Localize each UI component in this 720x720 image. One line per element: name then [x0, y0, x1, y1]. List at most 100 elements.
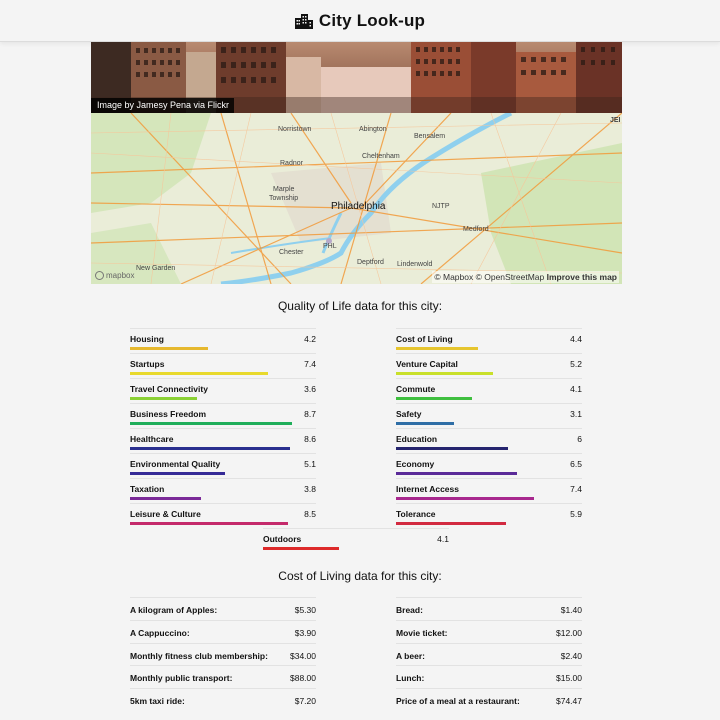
- city-buildings-icon: [294, 13, 313, 29]
- quality-score-bar: [263, 547, 340, 550]
- quality-row-score: 4.4: [570, 334, 582, 344]
- quality-row-score: 4.2: [304, 334, 316, 344]
- quality-row-label: Cost of Living: [396, 334, 453, 344]
- map-label-philadelphia: Philadelphia: [331, 201, 386, 212]
- quality-score-bar: [130, 422, 292, 425]
- quality-score-bar: [130, 372, 268, 375]
- cost-row-label: 5km taxi ride:: [130, 696, 185, 706]
- quality-score-bar: [396, 372, 493, 375]
- quality-row-score: 5.2: [570, 359, 582, 369]
- quality-row: Taxation 3.8: [130, 478, 316, 503]
- quality-score-bar: [130, 472, 225, 475]
- cost-row-label: Price of a meal at a restaurant:: [396, 696, 520, 706]
- quality-row: Cost of Living 4.4: [396, 328, 582, 353]
- quality-row-label: Healthcare: [130, 434, 174, 444]
- quality-score-bar: [130, 522, 289, 525]
- map-label-deptford: Deptford: [357, 259, 384, 266]
- quality-row-label: Taxation: [130, 484, 165, 494]
- cost-row-price: $2.40: [560, 650, 582, 661]
- quality-row: Startups 7.4: [130, 353, 316, 378]
- quality-score-track: [130, 347, 316, 350]
- quality-row-label: Travel Connectivity: [130, 384, 208, 394]
- quality-row-label: Safety: [396, 409, 422, 419]
- quality-score-track: [263, 547, 449, 550]
- quality-row-score: 6: [577, 434, 582, 444]
- city-photo: Image by Jamesy Pena via Flickr: [91, 42, 622, 113]
- map-attribution: © Mapbox © OpenStreetMap Improve this ma…: [432, 271, 619, 283]
- quality-row-score: 4.1: [437, 534, 449, 544]
- quality-score-bar: [396, 472, 517, 475]
- quality-row-score: 7.4: [570, 484, 582, 494]
- cost-row-label: A beer:: [396, 650, 425, 661]
- app-header: City Look-up: [0, 0, 720, 42]
- quality-score-track: [396, 397, 582, 400]
- quality-row-label: Environmental Quality: [130, 459, 221, 469]
- cost-row-price: $3.90: [294, 627, 316, 638]
- cost-row-price: $7.20: [294, 696, 316, 706]
- cost-row: Lunch: $15.00: [396, 665, 582, 688]
- cost-row-price: $15.00: [556, 673, 582, 684]
- quality-of-life-title: Quality of Life data for this city:: [277, 299, 443, 313]
- map-label-njtp: NJTP: [432, 203, 450, 210]
- improve-map-link[interactable]: Improve this map: [547, 272, 617, 282]
- cost-row: A kilogram of Apples: $5.30: [130, 597, 316, 620]
- mapbox-logo-text: mapbox: [106, 271, 135, 280]
- quality-row: Travel Connectivity 3.6: [130, 378, 316, 403]
- quality-score-track: [130, 422, 316, 425]
- quality-score-track: [130, 397, 316, 400]
- quality-score-bar: [130, 347, 209, 350]
- page-title: City Look-up: [318, 10, 426, 30]
- quality-row: Tolerance 5.9: [396, 503, 582, 528]
- cost-row-price: $1.40: [560, 605, 582, 615]
- quality-score-track: [130, 472, 316, 475]
- quality-row: Economy 6.5: [396, 453, 582, 478]
- map-label-jer: JEI: [610, 117, 621, 124]
- cost-row: Monthly public transport: $88.00: [130, 665, 316, 688]
- map-label-marple: Marple: [273, 186, 295, 193]
- quality-row-score: 8.5: [304, 509, 316, 519]
- map-label-norristown: Norristown: [278, 126, 312, 133]
- quality-row-label: Tolerance: [396, 509, 436, 519]
- cost-row-label: A kilogram of Apples:: [130, 605, 218, 615]
- quality-score-bar: [396, 422, 454, 425]
- city-map[interactable]: Norristown Abington Bensalem Cheltenham …: [91, 113, 622, 284]
- quality-row-score: 5.9: [570, 509, 582, 519]
- mapbox-logo[interactable]: mapbox: [95, 271, 134, 280]
- map-attribution-text[interactable]: © Mapbox © OpenStreetMap: [434, 272, 544, 282]
- quality-row-label: Leisure & Culture: [130, 509, 201, 519]
- map-label-phl: PHL: [323, 243, 337, 250]
- cost-row: A beer: $2.40: [396, 642, 582, 666]
- quality-row-score: 8.7: [304, 409, 316, 419]
- map-label-medford: Medford: [463, 226, 489, 233]
- map-label-abington: Abington: [359, 126, 387, 133]
- quality-score-track: [396, 422, 582, 425]
- quality-score-track: [396, 347, 582, 350]
- quality-row: Housing 4.2: [130, 328, 316, 353]
- quality-row: Commute 4.1: [396, 378, 582, 403]
- photo-credit[interactable]: Image by Jamesy Pena via Flickr: [91, 98, 235, 113]
- quality-score-track: [396, 472, 582, 475]
- quality-score-track: [396, 497, 582, 500]
- map-label-township: Township: [269, 195, 299, 202]
- quality-score-track: [396, 447, 582, 450]
- quality-row: Outdoors 4.1: [263, 528, 449, 553]
- map-label-radnor: Radnor: [280, 160, 303, 167]
- quality-score-bar: [130, 497, 201, 500]
- quality-row-label: Business Freedom: [130, 409, 207, 419]
- quality-score-bar: [396, 447, 508, 450]
- quality-row-label: Education: [396, 434, 438, 444]
- quality-row-score: 3.6: [304, 384, 316, 394]
- cost-row-price: $34.00: [290, 650, 316, 661]
- map-label-bensalem: Bensalem: [414, 133, 446, 140]
- cost-of-living-title: Cost of Living data for this city:: [278, 569, 442, 583]
- cost-row-label: Lunch:: [396, 673, 425, 684]
- quality-row-label: Internet Access: [396, 484, 459, 494]
- cost-row: Price of a meal at a restaurant: $74.47: [396, 688, 582, 711]
- quality-row: Education 6: [396, 428, 582, 453]
- quality-row-score: 3.1: [570, 409, 582, 419]
- quality-row-label: Commute: [396, 384, 436, 394]
- cost-row-label: Monthly public transport:: [130, 673, 233, 684]
- quality-score-track: [130, 522, 316, 525]
- quality-row: Leisure & Culture 8.5: [130, 503, 316, 528]
- mapbox-logo-icon: [95, 271, 104, 280]
